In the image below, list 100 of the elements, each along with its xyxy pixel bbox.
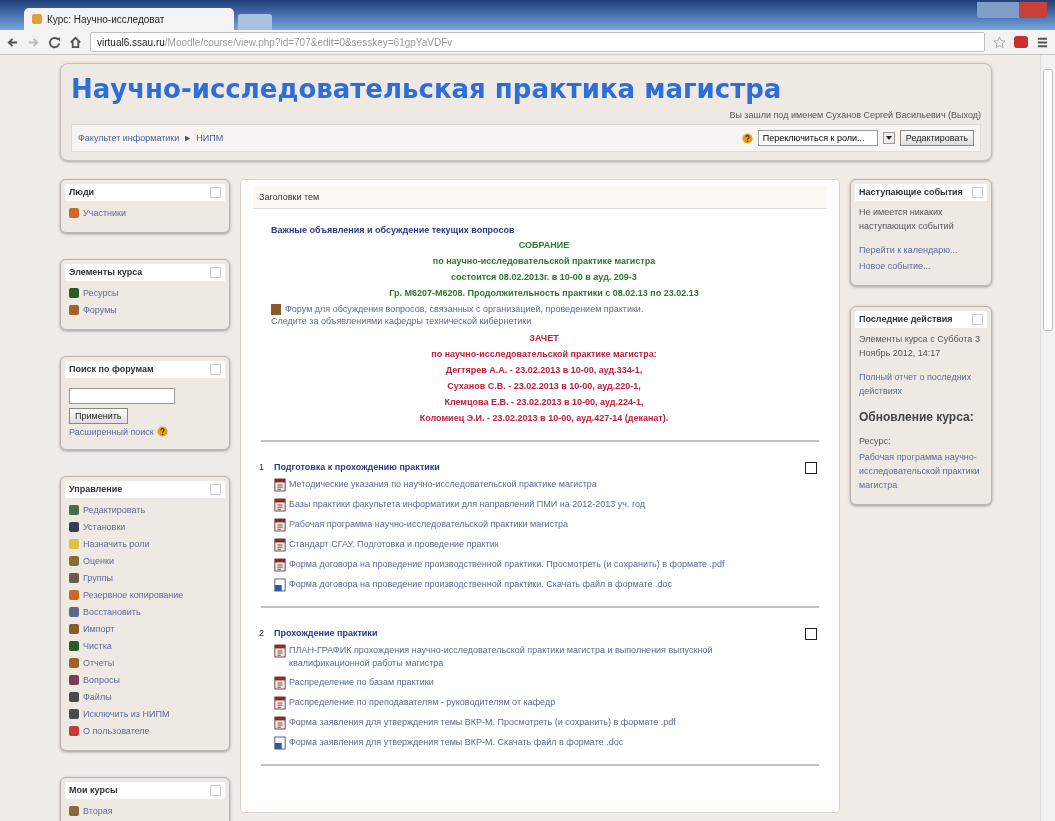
- pdf-icon: [274, 498, 286, 512]
- forum-link[interactable]: Важные объявления и обсуждение текущих вопросов: [271, 225, 817, 235]
- notice-line: по научно-исследовательской практике магистра: [431, 255, 657, 268]
- exam-line: по научно-исследовательской практике магистра:: [430, 348, 658, 361]
- resource-link[interactable]: Форма заявления для утверждения темы ВКР-М. Просмотреть (и сохранить) в формате .pdf: [289, 716, 676, 729]
- exam-line: Коломиец Э.И. - 23.02.2013 в 10-00, ауд.427-14 (деканат).: [418, 412, 670, 425]
- block-link[interactable]: Восстановить: [83, 606, 141, 617]
- section-title[interactable]: Подготовка к прохождению практики: [274, 462, 795, 472]
- block-link[interactable]: Участники: [83, 207, 126, 218]
- document-icon: [274, 578, 286, 592]
- document-icon: [274, 736, 286, 750]
- block-link[interactable]: Чистка: [83, 640, 112, 651]
- tile-icon: [69, 521, 79, 532]
- block-title: Наступающие события: [859, 187, 963, 197]
- collapse-icon[interactable]: [210, 364, 221, 375]
- block-link[interactable]: Перейти к календарю...: [859, 243, 983, 257]
- pdf-icon: [274, 716, 286, 730]
- block-link[interactable]: Форумы: [83, 304, 117, 315]
- scroll-thumb[interactable]: [1043, 69, 1053, 331]
- collapse-icon[interactable]: [210, 187, 221, 198]
- block-link[interactable]: О пользователе: [83, 725, 150, 736]
- block-link[interactable]: Импорт: [83, 623, 115, 634]
- breadcrumb-link[interactable]: НИПМ: [196, 133, 224, 143]
- reload-icon[interactable]: [48, 35, 61, 49]
- pdf-icon: [274, 558, 286, 572]
- apply-button[interactable]: Применить: [69, 408, 128, 424]
- collapse-icon[interactable]: [972, 187, 983, 198]
- forward-icon[interactable]: [27, 35, 40, 49]
- block-link[interactable]: Новое событие...: [859, 259, 983, 273]
- update-label: Ресурс:: [859, 435, 892, 448]
- exam-line: Клемцова Е.В. - 23.02.2013 в 10-00, ауд.224-1,: [443, 396, 645, 409]
- pdf-icon: [274, 696, 286, 710]
- block-link[interactable]: Установки: [83, 521, 126, 532]
- block-link[interactable]: Исключить из НИПМ: [83, 708, 170, 719]
- tile-icon: [69, 504, 79, 515]
- block-link[interactable]: Назначить роли: [83, 538, 150, 549]
- browser-tab[interactable]: Курс: Научно-исследоват: [24, 8, 234, 30]
- role-select[interactable]: Переключиться к роли...: [757, 130, 878, 146]
- help-icon[interactable]: [156, 426, 168, 437]
- tile-icon: [69, 207, 79, 218]
- resource-link[interactable]: Базы практики факультета информатики для направлений ПМИ на 2012-2013 уч. год: [289, 498, 646, 511]
- block-link[interactable]: Редактировать: [83, 504, 146, 515]
- block-link[interactable]: Вторая: [83, 805, 113, 816]
- block-link[interactable]: Файлы: [83, 691, 112, 702]
- resource-link[interactable]: Распределение по базам практики: [289, 676, 434, 689]
- resource-link[interactable]: Форма договора на проведение производственной практики. Скачать файл в формате .doc: [289, 578, 672, 591]
- tile-icon: [69, 708, 79, 719]
- block-link[interactable]: Группы: [83, 572, 113, 583]
- edit-button[interactable]: Редактировать: [899, 130, 974, 146]
- login-info: Вы зашли под именем Суханов Сергей Васильевич (Выход): [728, 110, 981, 120]
- resource-link[interactable]: Форма договора на проведение производственной практики. Просмотреть (и сохранить) в формате .pdf: [289, 558, 725, 571]
- collapse-icon[interactable]: [210, 267, 221, 278]
- scrollbar[interactable]: [1040, 55, 1055, 821]
- new-tab-button[interactable]: [238, 14, 272, 30]
- highlight-toggle[interactable]: [805, 462, 817, 474]
- pdf-icon: [274, 538, 286, 552]
- star-icon[interactable]: [993, 35, 1006, 49]
- tile-icon: [69, 623, 79, 634]
- collapse-icon[interactable]: [972, 314, 983, 325]
- resource-link[interactable]: Стандарт СГАУ. Подготовка и проведение практик: [289, 538, 499, 551]
- block-link[interactable]: Вопросы: [83, 674, 120, 685]
- address-bar[interactable]: virtual6.ssau.ru/Moodle/course/view.php?id=707&edit=0&sesskey=61gpYaVDFv: [90, 32, 985, 52]
- breadcrumb-separator: ►: [183, 133, 193, 143]
- pdf-icon: [274, 478, 286, 492]
- dropdown-icon[interactable]: [882, 132, 895, 144]
- block-link[interactable]: Ресурсы: [83, 287, 119, 298]
- block-text: Не имеется никаких наступающих событий: [859, 206, 955, 233]
- update-link[interactable]: Рабочая программа научно-исследовательской практики магистра: [859, 450, 983, 492]
- resource-link[interactable]: Форма заявления для утверждения темы ВКР-М. Скачать файл в формате .doc: [289, 736, 624, 749]
- tile-icon: [69, 640, 79, 651]
- tile-icon: [69, 725, 79, 736]
- back-icon[interactable]: [6, 35, 19, 49]
- menu-icon[interactable]: [1036, 35, 1049, 49]
- resource-link[interactable]: ПЛАН-ГРАФИК прохождения научно-исследовательской практики магистра и выполнения выпускной квалификационной работы магистра: [289, 644, 795, 670]
- home-icon[interactable]: [69, 35, 82, 49]
- section-number: 2: [259, 628, 264, 640]
- search-field[interactable]: [69, 388, 175, 404]
- course-title: Научно-исследовательская практика магистра: [71, 73, 783, 104]
- advanced-search-link[interactable]: Расширенный поиск: [69, 426, 154, 437]
- block-link[interactable]: Резервное копирование: [83, 589, 184, 600]
- window-controls[interactable]: [977, 2, 1047, 18]
- collapse-icon[interactable]: [210, 785, 221, 796]
- highlight-toggle[interactable]: [805, 628, 817, 640]
- block-link[interactable]: Отчеты: [83, 657, 115, 668]
- pdf-icon: [274, 676, 286, 690]
- resource-link[interactable]: Рабочая программа научно-исследовательской практики магистра: [289, 518, 569, 531]
- help-icon[interactable]: [741, 132, 753, 144]
- block-link[interactable]: Оценки: [83, 555, 114, 566]
- resource-link[interactable]: Методические указания по научно-исследовательской практике магистра: [289, 478, 597, 491]
- block-text: Элементы курса с Суббота 3 Ноябрь 2012, 14:17: [859, 333, 981, 360]
- exam-line: Суханов С.В. - 23.02.2013 в 10-00, ауд.220-1,: [446, 380, 642, 393]
- collapse-icon[interactable]: [210, 484, 221, 495]
- exam-line: Дегтярев А.А. - 23.02.2013 в 10-00, ауд.334-1,: [444, 364, 644, 377]
- block-title: Мои курсы: [69, 785, 118, 795]
- section-number: 1: [259, 462, 264, 474]
- resource-link[interactable]: Распределение по преподавателям - руководителям от кафедр: [289, 696, 556, 709]
- breadcrumb-link[interactable]: Факультет информатики: [78, 133, 180, 143]
- section-title[interactable]: Прохождение практики: [274, 628, 795, 638]
- block-link[interactable]: Полный отчет о последних действиях: [859, 370, 983, 398]
- forum-description[interactable]: Форум для обсуждения вопросов, связанных с организацией, проведением практики.: [285, 303, 644, 316]
